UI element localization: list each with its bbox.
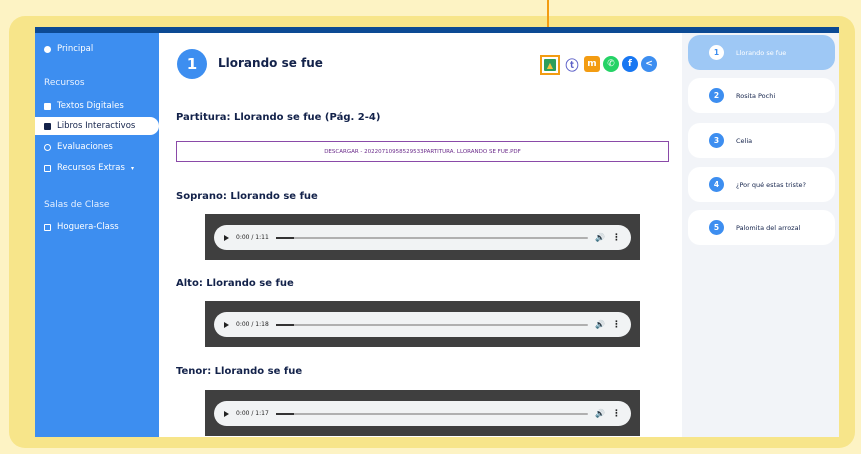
lesson-list-panel: 1 Llorando se fue 2 Rosita Pochi 3 Celia… <box>682 33 839 437</box>
audio-title-alto: Alto: Llorando se fue <box>176 278 294 289</box>
lesson-list-item-2[interactable]: 2 Rosita Pochi <box>688 78 835 113</box>
lesson-list-number: 4 <box>709 177 724 192</box>
lesson-number: 1 <box>177 49 207 79</box>
audio-player-tenor: 0:00 / 1:17 🔊 ⋮ <box>205 390 640 436</box>
sidebar-item-hoguera-class[interactable]: Hoguera-Class <box>44 219 119 235</box>
volume-icon[interactable]: 🔊 <box>595 409 605 418</box>
audio-time: 0:00 / 1:18 <box>236 321 269 328</box>
page-title: Llorando se fue <box>218 56 323 70</box>
sidebar: Principal Recursos Textos Digitales Libr… <box>35 33 159 437</box>
sidebar-item-label: Libros Interactivos <box>57 121 136 131</box>
play-icon[interactable] <box>224 410 229 417</box>
main-content: 1 Llorando se fue ▲ ⓣ m ✆ f < Partitura:… <box>159 33 682 437</box>
audio-controls: 0:00 / 1:18 🔊 ⋮ <box>214 312 631 337</box>
dashboard-icon <box>44 45 51 53</box>
folder-icon <box>44 164 51 172</box>
more-options-icon[interactable]: ⋮ <box>612 409 621 419</box>
lesson-list-number: 1 <box>709 45 724 60</box>
chevron-down-icon: ▾ <box>130 164 134 172</box>
more-options-icon[interactable]: ⋮ <box>612 233 621 243</box>
app-window: Principal Recursos Textos Digitales Libr… <box>35 27 839 437</box>
audio-title-soprano: Soprano: Llorando se fue <box>176 191 318 202</box>
teams-icon[interactable]: ⓣ <box>564 56 580 74</box>
lesson-list-label: Palomita del arrozal <box>736 223 801 232</box>
volume-icon[interactable]: 🔊 <box>595 233 605 242</box>
whatsapp-icon[interactable]: ✆ <box>603 56 619 72</box>
sidebar-item-label: Principal <box>57 44 94 54</box>
audio-seek-bar[interactable] <box>275 323 589 326</box>
sidebar-item-label: Evaluaciones <box>57 142 113 152</box>
audio-time: 0:00 / 1:17 <box>236 410 269 417</box>
sidebar-item-evaluaciones[interactable]: Evaluaciones <box>44 139 113 155</box>
lesson-list-item-3[interactable]: 3 Celia <box>688 123 835 158</box>
lesson-list-label: Rosita Pochi <box>736 91 776 100</box>
audio-seek-bar[interactable] <box>275 236 589 239</box>
lesson-header: 1 Llorando se fue ▲ ⓣ m ✆ f < <box>172 46 672 82</box>
sidebar-section-recursos: Recursos <box>44 78 85 88</box>
lesson-list-number: 5 <box>709 220 724 235</box>
moodle-icon[interactable]: m <box>584 56 600 72</box>
share-icon[interactable]: < <box>641 56 657 72</box>
lesson-list-label: Llorando se fue <box>736 48 787 57</box>
sidebar-item-label: Textos Digitales <box>57 101 124 111</box>
more-options-icon[interactable]: ⋮ <box>612 320 621 330</box>
facebook-icon[interactable]: f <box>622 56 638 72</box>
play-icon[interactable] <box>224 234 229 241</box>
google-classroom-icon[interactable]: ▲ <box>540 55 560 75</box>
score-title: Partitura: Llorando se fue (Pág. 2-4) <box>176 112 381 123</box>
lesson-list-label: ¿Por qué estas triste? <box>736 180 806 189</box>
sidebar-item-label: Hoguera-Class <box>57 222 119 232</box>
audio-player-soprano: 0:00 / 1:11 🔊 ⋮ <box>205 214 640 260</box>
sidebar-item-principal[interactable]: Principal <box>44 41 93 57</box>
sidebar-item-textos-digitales[interactable]: Textos Digitales <box>44 98 124 114</box>
classroom-icon <box>44 223 51 231</box>
sidebar-item-libros-interactivos[interactable]: Libros Interactivos <box>44 118 135 134</box>
book-icon <box>44 122 51 130</box>
download-pdf-button[interactable]: DESCARGAR - 20220710958529533PARTITURA. … <box>176 141 669 162</box>
lesson-list-number: 2 <box>709 88 724 103</box>
audio-time: 0:00 / 1:11 <box>236 234 269 241</box>
clipboard-icon <box>44 143 51 151</box>
book-icon <box>44 102 51 110</box>
lesson-list-label: Celia <box>736 136 753 145</box>
sidebar-item-recursos-extras[interactable]: Recursos Extras ▾ <box>44 160 134 176</box>
lesson-list-number: 3 <box>709 133 724 148</box>
volume-icon[interactable]: 🔊 <box>595 320 605 329</box>
sidebar-section-salas: Salas de Clase <box>44 200 110 210</box>
audio-title-tenor: Tenor: Llorando se fue <box>176 366 303 377</box>
audio-controls: 0:00 / 1:17 🔊 ⋮ <box>214 401 631 426</box>
sidebar-item-label: Recursos Extras <box>57 163 125 173</box>
lesson-list-item-4[interactable]: 4 ¿Por qué estas triste? <box>688 167 835 202</box>
audio-controls: 0:00 / 1:11 🔊 ⋮ <box>214 225 631 250</box>
lesson-list-item-1[interactable]: 1 Llorando se fue <box>688 35 835 70</box>
audio-seek-bar[interactable] <box>275 412 589 415</box>
audio-player-alto: 0:00 / 1:18 🔊 ⋮ <box>205 301 640 347</box>
play-icon[interactable] <box>224 321 229 328</box>
lesson-list-item-5[interactable]: 5 Palomita del arrozal <box>688 210 835 245</box>
